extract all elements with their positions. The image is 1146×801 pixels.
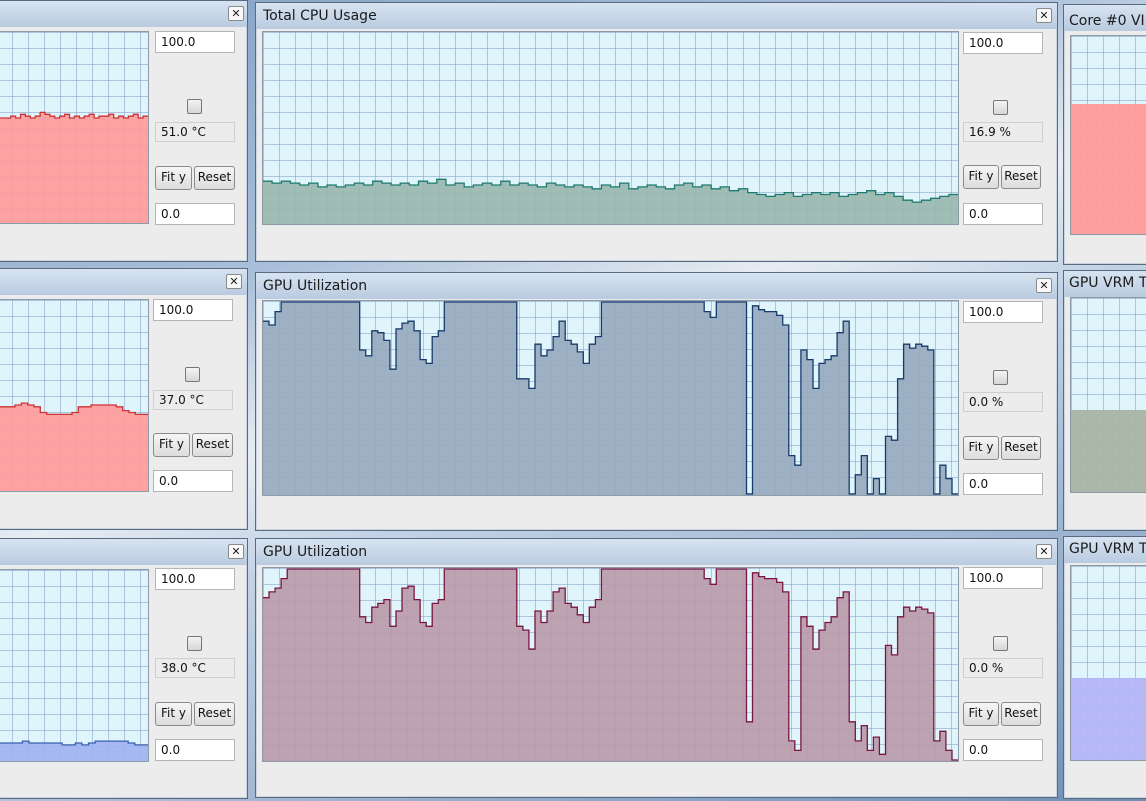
current-value: 16.9 %: [963, 122, 1043, 142]
fit-y-button[interactable]: Fit y: [963, 702, 999, 726]
panel-left-temp-3: ✕ 100.0 38.0 °C Fit y Reset 0.0: [0, 538, 248, 799]
checkbox[interactable]: [187, 99, 202, 114]
checkbox[interactable]: [187, 636, 202, 651]
panel-left-temp-1: ✕ 100.0 51.0 °C Fit y Reset 0.0: [0, 0, 248, 262]
current-value: 0.0 %: [963, 392, 1043, 412]
checkbox[interactable]: [993, 370, 1008, 385]
panel-core0-vid: Core #0 VID: [1063, 4, 1146, 265]
title-bar[interactable]: [256, 539, 1057, 565]
plot-area: [1070, 565, 1146, 761]
reset-button[interactable]: Reset: [1001, 436, 1041, 460]
close-icon[interactable]: ✕: [226, 274, 242, 289]
plot-area: [262, 300, 959, 496]
y-min-input[interactable]: 0.0: [153, 470, 233, 492]
chart-svg: [263, 178, 958, 224]
y-max-input[interactable]: 100.0: [153, 299, 233, 321]
current-value: 38.0 °C: [155, 658, 235, 678]
title-bar[interactable]: [256, 273, 1057, 299]
checkbox[interactable]: [993, 100, 1008, 115]
y-min-input[interactable]: 0.0: [155, 739, 235, 761]
fit-y-button[interactable]: Fit y: [963, 165, 999, 189]
panel-gpu-utilization-2: GPU Utilization ✕ 100.0 0.0 % Fit y Rese…: [255, 538, 1058, 798]
y-max-input[interactable]: 100.0: [963, 32, 1043, 54]
y-min-input[interactable]: 0.0: [963, 473, 1043, 495]
series-area: [0, 112, 148, 223]
reset-button[interactable]: Reset: [192, 433, 233, 457]
fit-y-button[interactable]: Fit y: [963, 436, 999, 460]
close-icon[interactable]: ✕: [228, 544, 244, 559]
fit-y-button[interactable]: Fit y: [155, 166, 192, 190]
panel-total-cpu-usage: Total CPU Usage ✕ 100.0 16.9 % Fit y Res…: [255, 2, 1058, 262]
value-fill: [1071, 678, 1146, 760]
y-max-input[interactable]: 100.0: [155, 568, 235, 590]
plot-area: [262, 567, 959, 762]
checkbox[interactable]: [993, 636, 1008, 651]
panel-left-temp-2: ✕ 100.0 37.0 °C Fit y Reset 0.0: [0, 268, 248, 530]
value-fill: [1071, 104, 1146, 234]
close-icon[interactable]: ✕: [1036, 544, 1052, 559]
chart-svg: [0, 740, 148, 761]
close-icon[interactable]: ✕: [1036, 8, 1052, 23]
panel-gpu-vrm-temp-2: GPU VRM T: [1063, 536, 1146, 799]
series-area: [263, 569, 958, 761]
current-value: 0.0 %: [963, 658, 1043, 678]
plot-area: [0, 299, 149, 492]
series-area: [263, 302, 958, 495]
panel-title: GPU Utilization: [263, 278, 368, 294]
panel-title: GPU Utilization: [263, 544, 368, 560]
series-area: [0, 741, 148, 761]
series-area: [0, 403, 148, 491]
chart-svg: [0, 111, 148, 223]
panel-title: GPU VRM T: [1069, 541, 1146, 557]
reset-button[interactable]: Reset: [1001, 702, 1041, 726]
plot-area: [0, 569, 149, 762]
plot-area: [1070, 297, 1146, 493]
fit-y-button[interactable]: Fit y: [155, 702, 192, 726]
chart-svg: [263, 568, 958, 761]
plot-area: [262, 31, 959, 225]
y-min-input[interactable]: 0.0: [963, 203, 1043, 225]
current-value: 51.0 °C: [155, 122, 235, 142]
panel-title: Total CPU Usage: [263, 8, 377, 24]
reset-button[interactable]: Reset: [194, 702, 235, 726]
y-max-input[interactable]: 100.0: [155, 31, 235, 53]
current-value: 37.0 °C: [153, 390, 233, 410]
checkbox[interactable]: [185, 367, 200, 382]
close-icon[interactable]: ✕: [1036, 278, 1052, 293]
close-icon[interactable]: ✕: [228, 6, 244, 21]
panel-title: GPU VRM T: [1069, 275, 1146, 291]
panel-title: Core #0 VID: [1069, 13, 1146, 29]
y-max-input[interactable]: 100.0: [963, 301, 1043, 323]
reset-button[interactable]: Reset: [194, 166, 235, 190]
chart-svg: [263, 301, 958, 495]
reset-button[interactable]: Reset: [1001, 165, 1041, 189]
chart-svg: [0, 402, 148, 491]
value-fill: [1071, 410, 1146, 492]
y-min-input[interactable]: 0.0: [155, 203, 235, 225]
y-max-input[interactable]: 100.0: [963, 567, 1043, 589]
fit-y-button[interactable]: Fit y: [153, 433, 190, 457]
panel-gpu-vrm-temp-1: GPU VRM T: [1063, 270, 1146, 531]
title-bar[interactable]: [0, 269, 247, 295]
panel-gpu-utilization-1: GPU Utilization ✕ 100.0 0.0 % Fit y Rese…: [255, 272, 1058, 531]
title-bar[interactable]: [0, 1, 247, 27]
title-bar[interactable]: [0, 539, 247, 565]
y-min-input[interactable]: 0.0: [963, 739, 1043, 761]
plot-area: [0, 31, 149, 224]
plot-area: [1070, 35, 1146, 235]
